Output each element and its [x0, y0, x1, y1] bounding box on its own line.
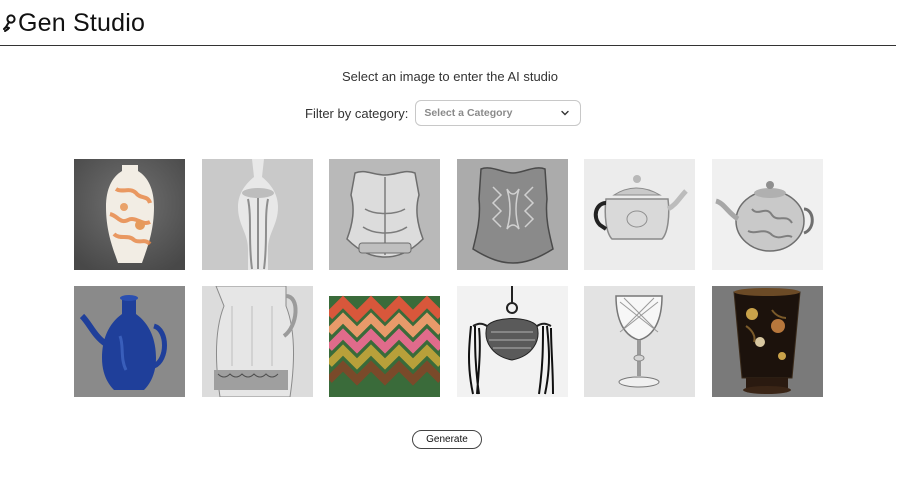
gallery-item-silver-teapot-round[interactable] [711, 159, 823, 270]
gallery-item-cut-glass-goblet[interactable] [584, 286, 695, 397]
app-title: Gen Studio [18, 9, 146, 37]
category-filter: Filter by category: Select a Category [305, 99, 582, 127]
artwork-gallery [74, 159, 823, 397]
lacquer-beaker-image [711, 286, 823, 397]
silver-pitcher-image [201, 286, 313, 397]
etched-breastplate-image [456, 159, 568, 270]
gallery-item-silver-pitcher[interactable] [201, 286, 313, 397]
porcelain-vase-image [74, 159, 185, 270]
gallery-item-etched-breastplate[interactable] [456, 159, 568, 270]
silver-ewer-image [201, 159, 313, 270]
silver-teapot-image [584, 159, 695, 270]
gallery-item-tasseled-pouch[interactable] [456, 286, 568, 397]
round-teapot-image [711, 159, 823, 270]
filter-label: Filter by category: [305, 105, 409, 121]
gallery-item-porcelain-vase[interactable] [74, 159, 185, 270]
goblet-image [584, 286, 695, 397]
gallery-item-silver-ewer-detail[interactable] [201, 159, 313, 270]
blue-ewer-image [74, 286, 185, 397]
generate-button[interactable]: Generate [412, 430, 482, 449]
gallery-item-breastplate-armor[interactable] [329, 159, 440, 270]
zigzag-textile-image [329, 286, 440, 397]
tasseled-pouch-image [456, 286, 568, 397]
gallery-item-zigzag-textile[interactable] [329, 286, 440, 397]
gallery-item-blue-ewer[interactable] [74, 286, 185, 397]
category-select-placeholder: Select a Category [424, 107, 513, 119]
gallery-item-lacquer-beaker[interactable] [711, 286, 823, 397]
category-select[interactable]: Select a Category [415, 100, 582, 126]
chevron-down-icon [561, 110, 570, 116]
app-header: Gen Studio [0, 0, 896, 46]
breastplate-image [329, 159, 440, 270]
gallery-item-silver-teapot[interactable] [584, 159, 695, 270]
instruction-text: Select an image to enter the AI studio [341, 69, 559, 84]
genie-lamp-icon [3, 14, 16, 32]
